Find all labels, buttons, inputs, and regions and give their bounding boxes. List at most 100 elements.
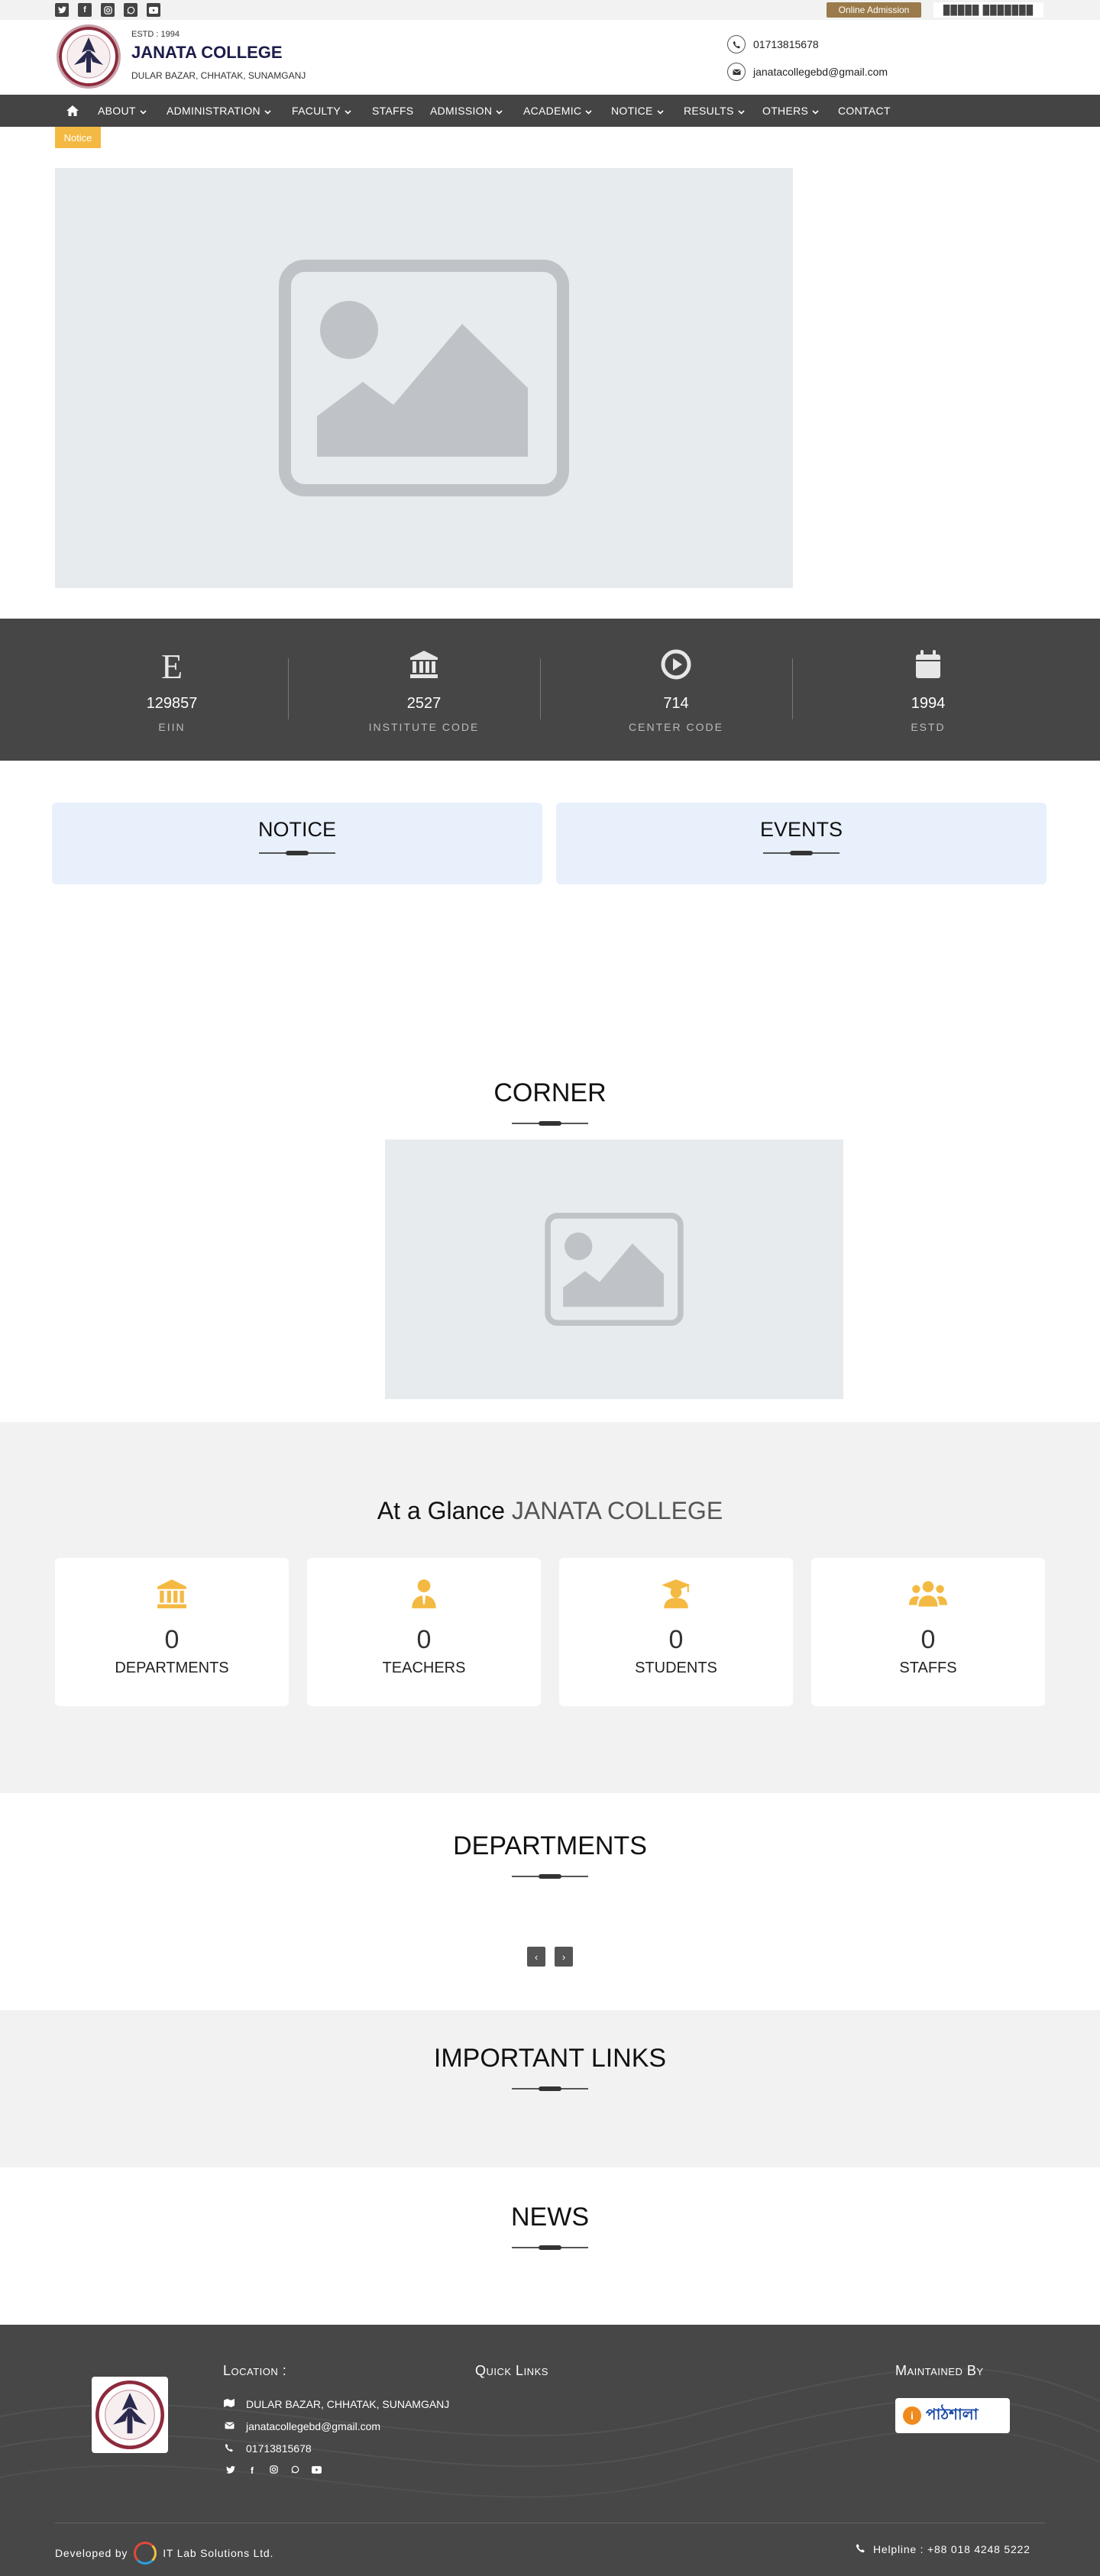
header-email[interactable]: janatacollegebd@gmail.com bbox=[727, 63, 888, 81]
footer-phone-text: 01713815678 bbox=[246, 2442, 312, 2455]
facebook-icon[interactable]: f bbox=[246, 2465, 258, 2476]
nav-item-admission[interactable]: ADMISSION bbox=[430, 95, 503, 127]
glance-count: 0 bbox=[416, 1625, 432, 1654]
nav-item-label: NOTICE bbox=[611, 105, 653, 117]
nav-item-label: RESULTS bbox=[684, 105, 734, 117]
maintainer-logo[interactable]: i পাঠশালা bbox=[895, 2398, 1010, 2433]
footer-email[interactable]: janatacollegebd@gmail.com bbox=[223, 2420, 380, 2432]
chevron-down-icon bbox=[812, 105, 819, 117]
youtube-icon[interactable] bbox=[310, 2465, 322, 2476]
nav-item-staffs[interactable]: STAFFS bbox=[372, 95, 413, 127]
facebook-icon[interactable]: f bbox=[78, 3, 92, 17]
twitter-icon[interactable] bbox=[55, 3, 69, 17]
letter-e-icon: E bbox=[160, 647, 183, 686]
developed-by[interactable]: Developed by IT Lab Solutions Ltd. bbox=[55, 2542, 273, 2565]
developed-by-label: Developed by bbox=[55, 2547, 128, 2559]
departments-prev-button[interactable]: ‹ bbox=[527, 1947, 545, 1967]
footer-maintained-heading: Maintained By bbox=[895, 2363, 984, 2378]
whatsapp-icon[interactable] bbox=[289, 2465, 301, 2476]
instagram-icon[interactable] bbox=[267, 2465, 280, 2476]
stat-label: ESTD bbox=[911, 721, 946, 733]
glance-card-students[interactable]: 0 STUDENTS bbox=[559, 1558, 793, 1706]
glance-label: STUDENTS bbox=[635, 1660, 717, 1676]
chevron-down-icon bbox=[264, 105, 271, 117]
nav-item-about[interactable]: ABOUT bbox=[98, 95, 147, 127]
home-icon[interactable] bbox=[57, 95, 89, 127]
stat-center-code: 714 CENTER CODE bbox=[550, 619, 802, 761]
nav-item-label: CONTACT bbox=[838, 105, 891, 117]
college-address: DULAR BAZAR, CHHATAK, SUNAMGANJ bbox=[131, 70, 306, 81]
glance-card-departments[interactable]: 0 DEPARTMENTS bbox=[55, 1558, 289, 1706]
chevron-down-icon bbox=[657, 105, 664, 117]
chevron-down-icon bbox=[345, 105, 351, 117]
nav-item-label: FACULTY bbox=[292, 105, 341, 117]
title-underline bbox=[512, 1874, 588, 1879]
stat-value: 2527 bbox=[406, 695, 442, 712]
glance-title-name: JANATA COLLEGE bbox=[511, 1497, 723, 1524]
youtube-icon[interactable] bbox=[147, 3, 160, 17]
glance-label: TEACHERS bbox=[382, 1660, 466, 1676]
nav-item-label: ACADEMIC bbox=[523, 105, 582, 117]
nav-item-others[interactable]: OTHERS bbox=[762, 95, 819, 127]
chevron-down-icon bbox=[738, 105, 745, 117]
maintainer-logo-text: পাঠশালা bbox=[926, 2406, 979, 2423]
nav-item-faculty[interactable]: FACULTY bbox=[292, 95, 351, 127]
footer-location-heading: Location : bbox=[223, 2363, 287, 2378]
play-circle-icon bbox=[550, 649, 802, 684]
glance-card-teachers[interactable]: 0 TEACHERS bbox=[307, 1558, 541, 1706]
nav-item-label: OTHERS bbox=[762, 105, 809, 117]
nav-item-label: ADMINISTRATION bbox=[167, 105, 260, 117]
college-name[interactable]: JANATA COLLEGE bbox=[131, 43, 283, 63]
important-links-title: IMPORTANT LINKS bbox=[433, 2044, 667, 2073]
events-panel: EVENTS bbox=[556, 803, 1047, 884]
whatsapp-icon[interactable] bbox=[124, 3, 138, 17]
title-underline bbox=[259, 851, 335, 855]
nav-item-results[interactable]: RESULTS bbox=[684, 95, 745, 127]
departments-title: DEPARTMENTS bbox=[453, 1831, 647, 1860]
nav-item-academic[interactable]: ACADEMIC bbox=[523, 95, 592, 127]
online-admission-button[interactable]: Online Admission bbox=[827, 2, 921, 18]
glance-label: STAFFS bbox=[899, 1660, 957, 1676]
chevron-down-icon bbox=[496, 105, 503, 117]
nav-item-notice[interactable]: NOTICE bbox=[611, 95, 664, 127]
departments-next-button[interactable]: › bbox=[555, 1947, 573, 1967]
hero-slider[interactable] bbox=[55, 168, 793, 588]
nav-item-contact[interactable]: CONTACT bbox=[838, 95, 891, 127]
calendar-icon bbox=[802, 649, 1054, 684]
title-underline bbox=[512, 1121, 588, 1126]
footer-quick-links-heading: Quick Links bbox=[475, 2363, 548, 2378]
main-nav: ABOUT ADMINISTRATION FACULTY STAFFS ADMISSIO… bbox=[0, 95, 1100, 127]
footer-phone[interactable]: 01713815678 bbox=[223, 2442, 312, 2455]
footer-address: DULAR BAZAR, CHHATAK, SUNAMGANJ bbox=[223, 2398, 449, 2410]
email-text: janatacollegebd@gmail.com bbox=[753, 66, 888, 78]
helpline-text: Helpline : +88 018 4248 5222 bbox=[873, 2543, 1030, 2555]
title-underline bbox=[512, 2245, 588, 2250]
nav-item-administration[interactable]: ADMINISTRATION bbox=[167, 95, 271, 127]
footer-logo[interactable] bbox=[92, 2377, 168, 2453]
social-links: f bbox=[55, 3, 160, 17]
chevron-down-icon bbox=[585, 105, 592, 117]
graduate-icon bbox=[559, 1578, 793, 1614]
college-logo[interactable] bbox=[57, 24, 121, 89]
phone-text: 01713815678 bbox=[753, 38, 819, 50]
stat-institute-code: 2527 INSTITUTE CODE bbox=[298, 619, 550, 761]
footer-address-text: DULAR BAZAR, CHHATAK, SUNAMGANJ bbox=[246, 2398, 450, 2410]
notice-title[interactable]: NOTICE bbox=[52, 818, 542, 842]
stat-estd: 1994 ESTD bbox=[802, 619, 1054, 761]
phone-icon bbox=[223, 2443, 235, 2455]
corner-image[interactable] bbox=[385, 1139, 843, 1399]
stat-value: 129857 bbox=[146, 695, 198, 712]
language-selector[interactable]: █████ ███████ bbox=[933, 2, 1043, 18]
stat-value: 1994 bbox=[911, 695, 946, 712]
header-phone[interactable]: 01713815678 bbox=[727, 35, 819, 53]
it-lab-logo-icon bbox=[134, 2542, 157, 2565]
notice-tag[interactable]: Notice bbox=[55, 127, 101, 148]
glance-card-staffs[interactable]: 0 STAFFS bbox=[811, 1558, 1045, 1706]
notice-panel: NOTICE bbox=[52, 803, 542, 884]
instagram-icon[interactable] bbox=[101, 3, 115, 17]
twitter-icon[interactable] bbox=[225, 2465, 237, 2476]
helpline[interactable]: Helpline : +88 018 4248 5222 bbox=[856, 2543, 1030, 2555]
pathshala-icon: i bbox=[903, 2406, 921, 2425]
email-icon bbox=[727, 63, 746, 81]
events-title[interactable]: EVENTS bbox=[556, 818, 1047, 842]
